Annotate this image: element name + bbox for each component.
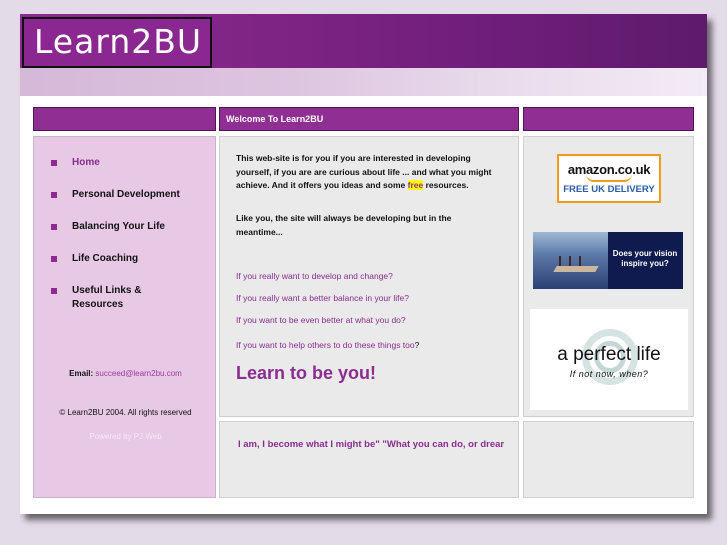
amazon-logo: amazon.co.uk — [567, 162, 651, 177]
bullet-square-icon — [51, 288, 57, 294]
nav-label[interactable]: Balancing Your Life — [72, 220, 202, 234]
quote-ticker: I am, I become what I might be" "What yo… — [238, 439, 504, 450]
intro-paragraph-2: Like you, the site will always be develo… — [236, 213, 452, 237]
right-sidebar: amazon.co.uk FREE UK DELIVERY Does your … — [523, 136, 694, 417]
bullet-square-icon — [51, 192, 57, 198]
page-container: Learn2BU Welcome To Learn2BU Home Person… — [20, 14, 707, 514]
main-header-bar: Welcome To Learn2BU — [219, 107, 519, 131]
nav-label[interactable]: Personal Development — [72, 188, 202, 202]
question-link-help-others[interactable]: If you want to help others to do these t… — [236, 340, 419, 350]
left-sidebar: Home Personal Development Balancing Your… — [33, 136, 216, 498]
quote-ticker-panel: I am, I become what I might be" "What yo… — [219, 421, 519, 498]
vision-text: Does your vision inspire you? — [612, 249, 678, 268]
main-content: This web-site is for you if you are inte… — [219, 136, 519, 417]
intro-text-end: resources. — [423, 180, 469, 190]
email-label: Email: — [69, 369, 94, 378]
bullet-square-icon — [51, 224, 57, 230]
site-logo[interactable]: Learn2BU — [22, 17, 212, 68]
bullet-square-icon — [51, 160, 57, 166]
nav-label[interactable]: Home — [72, 156, 202, 170]
bullet-square-icon — [51, 256, 57, 262]
perfect-life-title: a perfect life — [557, 344, 661, 365]
header-band — [20, 68, 707, 96]
amazon-offer: FREE UK DELIVERY — [563, 184, 655, 195]
email-link[interactable]: succeed@learn2bu.com — [95, 369, 181, 378]
powered-by-link[interactable]: Powered by PJ Web — [34, 432, 217, 441]
jetty-dock — [553, 266, 599, 272]
right-bottom-panel — [523, 421, 694, 498]
free-link[interactable]: free — [407, 180, 424, 190]
right-header-bar — [523, 107, 694, 131]
amazon-banner[interactable]: amazon.co.uk FREE UK DELIVERY — [557, 154, 661, 203]
perfect-life-banner[interactable]: a perfect life If not now, when? — [530, 309, 688, 410]
tagline: Learn to be you! — [236, 363, 377, 383]
question-link-balance[interactable]: If you really want a better balance in y… — [236, 293, 409, 303]
question-mark: ? — [414, 340, 420, 350]
perfect-life-subtitle: If not now, when? — [569, 369, 649, 379]
question-link-better[interactable]: If you want to be even better at what yo… — [236, 315, 406, 325]
intro-paragraph: This web-site is for you if you are inte… — [236, 152, 496, 193]
nav-label[interactable]: Useful Links & Resources — [72, 284, 182, 312]
copyright-text: © Learn2BU 2004. All rights reserved — [59, 408, 192, 417]
email-line: Email: succeed@learn2bu.com — [34, 369, 217, 378]
vision-banner[interactable]: Does your vision inspire you? — [533, 232, 683, 289]
question-link-develop[interactable]: If you really want to develop and change… — [236, 271, 393, 281]
nav-label[interactable]: Life Coaching — [72, 252, 202, 266]
question-text[interactable]: If you want to help others to do these t… — [236, 340, 415, 350]
left-header-bar — [33, 107, 216, 131]
